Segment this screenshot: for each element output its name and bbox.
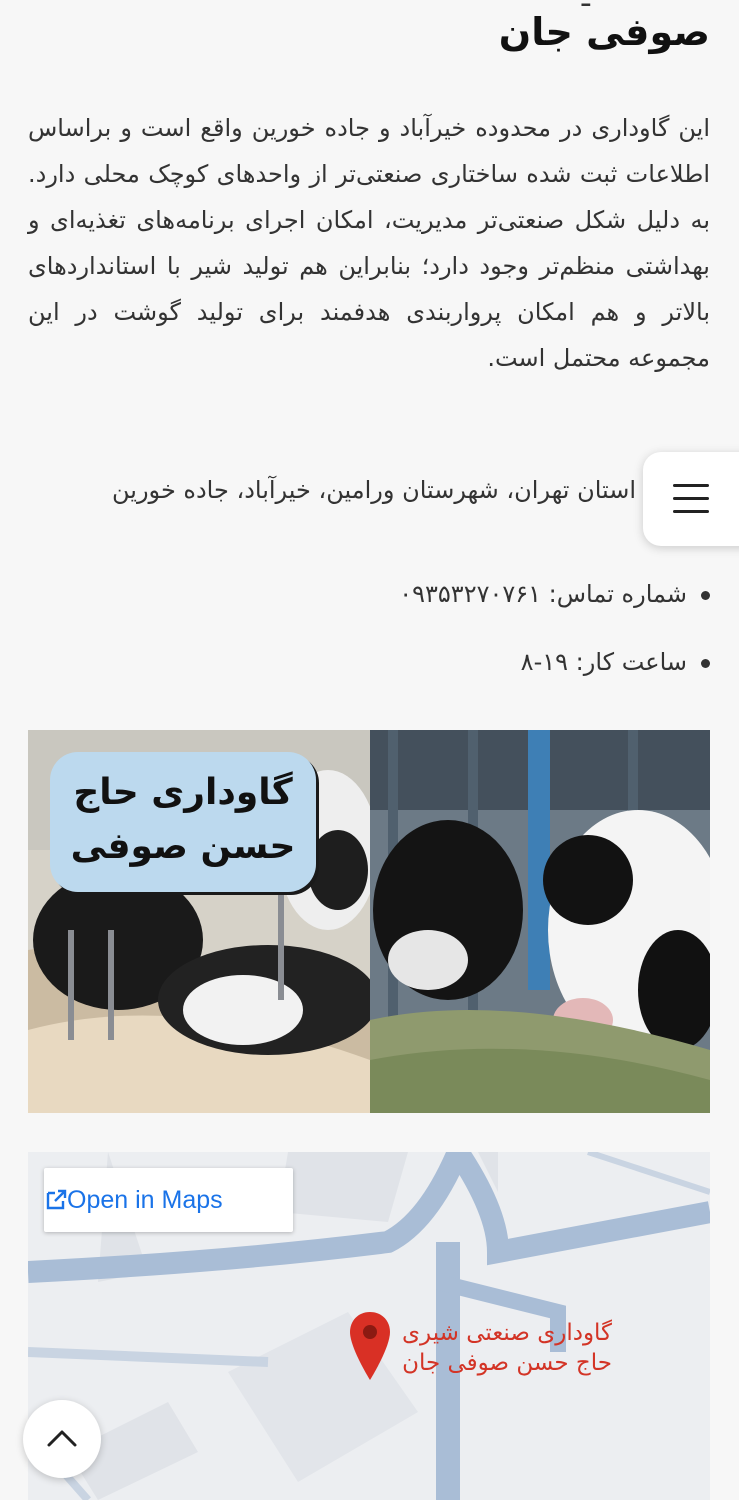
contact-phone-text: شماره تماس: ۰۹۳۵۳۲۷۰۷۶۱ <box>399 580 687 608</box>
description-paragraph: این گاوداری در محدوده خیرآباد و جاده خور… <box>28 114 710 372</box>
contact-phone-item: شماره تماس: ۰۹۳۵۳۲۷۰۷۶۱ <box>399 580 710 608</box>
bullet-icon <box>701 590 710 600</box>
chevron-up-icon <box>47 1430 77 1447</box>
open-in-maps-button[interactable]: Open in Maps <box>44 1168 293 1232</box>
scroll-to-top-button[interactable] <box>23 1400 101 1478</box>
photo-caption: گاوداری حاج حسن صوفی <box>50 752 316 892</box>
map-pin-icon[interactable] <box>348 1310 392 1382</box>
photo-caption-line1: گاوداری حاج <box>73 772 293 813</box>
hamburger-line <box>673 510 709 513</box>
farm-photo: گاوداری حاج حسن صوفی <box>28 730 710 1113</box>
hamburger-menu-button[interactable] <box>643 452 739 546</box>
address-text: آدرس: استان تهران، شهرستان ورامین، خیرآب… <box>112 476 710 504</box>
work-hours-item: ساعت کار: ۱۹-۸ <box>521 648 710 676</box>
work-hours-text: ساعت کار: ۱۹-۸ <box>520 648 687 676</box>
external-link-icon <box>46 1189 67 1210</box>
page-title: صوفی جان <box>498 10 710 54</box>
map-place-line1: گاوداری صنعتی شیری <box>402 1320 613 1346</box>
photo-caption-line2: حسن صوفی <box>70 826 296 867</box>
bullet-icon <box>701 658 710 668</box>
hamburger-menu-icon <box>673 484 709 487</box>
hamburger-line <box>673 497 709 500</box>
map-place-label: گاوداری صنعتی شیری حاج حسن صوفی جان <box>402 1318 612 1378</box>
map-place-line2: حاج حسن صوفی جان <box>402 1350 613 1376</box>
open-in-maps-label: Open in Maps <box>67 1186 223 1214</box>
